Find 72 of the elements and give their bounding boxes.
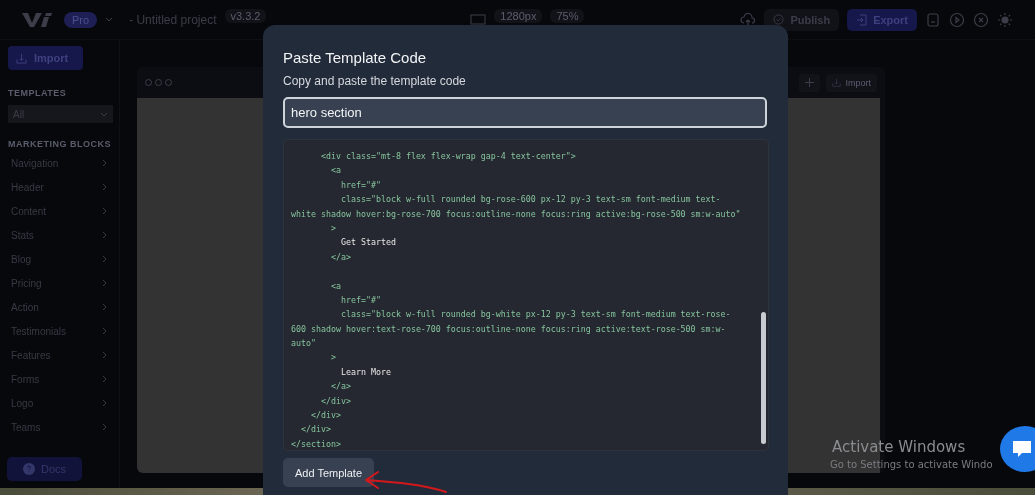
add-button[interactable]: [799, 73, 821, 92]
code-line: class="block w-full rounded bg-rose-600 px-12 py-3 text-sm font-medium text-: [339, 193, 722, 207]
chevron-right-icon: [102, 423, 107, 431]
sidebar-item[interactable]: Pricing: [8, 271, 119, 295]
help-icon: [22, 463, 35, 475]
code-line: </a>: [329, 380, 352, 394]
activation-text: Go to Settings to activate Windo: [830, 459, 993, 470]
code-line: white shadow hover:bg-rose-700 focus:outline-none focus:ring active:bg-rose-500 sm:w-auto": [291, 207, 742, 221]
save-icon[interactable]: [925, 11, 941, 28]
export-icon: [856, 13, 868, 26]
download-icon: [832, 78, 842, 87]
code-line: </div>: [300, 423, 332, 437]
code-line: <a: [329, 279, 342, 293]
sidebar-item[interactable]: Features: [8, 343, 119, 367]
code-line: href="#": [339, 178, 382, 192]
sidebar-item[interactable]: Navigation: [8, 151, 119, 175]
chevron-right-icon: [102, 399, 107, 407]
chevron-right-icon: [102, 255, 107, 263]
chevron-right-icon: [102, 303, 107, 311]
download-icon: [16, 52, 27, 64]
chat-button[interactable]: [1000, 426, 1035, 472]
code-line: </section>: [291, 437, 342, 450]
chevron-down-icon: [105, 17, 114, 22]
chevron-right-icon: [102, 351, 107, 359]
code-line: Get Started: [339, 236, 397, 250]
code-line: <a: [329, 164, 342, 178]
dialog-subtitle: Copy and paste the template code: [283, 74, 467, 88]
search-field[interactable]: hero section: [283, 97, 767, 128]
chat-icon: [1012, 440, 1032, 458]
width-dropdown[interactable]: 1280px: [494, 8, 543, 23]
activation-title: Activate Windows: [832, 438, 966, 456]
chevron-right-icon: [102, 159, 107, 167]
code-line: >: [329, 351, 337, 365]
dialog-title: Paste Template Code: [283, 49, 428, 66]
code-line: auto": [291, 337, 317, 351]
code-line: </div>: [319, 394, 352, 408]
code-line: href="#": [339, 293, 382, 307]
code-line: >: [329, 221, 337, 235]
import-button[interactable]: Import: [826, 73, 877, 92]
project-title: - Untitled project: [129, 12, 217, 27]
version-dropdown[interactable]: v3.3.2: [224, 8, 267, 23]
sidebar-item[interactable]: Forms: [8, 367, 119, 391]
code-line: </div>: [309, 409, 342, 423]
monitor-icon[interactable]: [470, 13, 487, 26]
chevron-down-icon: [100, 111, 108, 117]
close-icon[interactable]: [973, 11, 989, 28]
code-line: <div class="mt-8 flex flex-wrap gap-4 text-center">: [319, 150, 577, 163]
sun-icon[interactable]: [997, 11, 1013, 28]
add-template-button[interactable]: Add Template: [283, 458, 374, 487]
cloud-upload-icon[interactable]: [740, 11, 757, 28]
play-icon[interactable]: [949, 11, 965, 28]
chevron-right-icon: [102, 279, 107, 287]
code-line: </a>: [329, 250, 352, 264]
check-circle-icon: [773, 14, 785, 25]
chevron-right-icon: [102, 231, 107, 239]
chevron-right-icon: [102, 207, 107, 215]
plus-icon: [805, 78, 815, 87]
sidebar-item[interactable]: Blog: [8, 247, 119, 271]
code-line: 600 shadow hover:text-rose-700 focus:outline-none focus:ring active:text-rose-500 sm:w-: [291, 322, 727, 336]
code-area[interactable]: [283, 139, 769, 451]
zoom-dropdown[interactable]: 75%: [550, 8, 585, 23]
sidebar-item[interactable]: Header: [8, 175, 119, 199]
sidebar-item[interactable]: Action: [8, 295, 119, 319]
section-heading: MARKETING BLOCKS: [8, 139, 112, 149]
scrollbar-thumb[interactable]: [761, 312, 766, 444]
code-line: class="block w-full rounded bg-white px-12 py-3 text-sm font-medium text-rose-: [339, 308, 732, 322]
chevron-right-icon: [102, 375, 107, 383]
chevron-right-icon: [102, 183, 107, 191]
section-heading: TEMPLATES: [8, 88, 68, 98]
chevron-right-icon: [102, 327, 107, 335]
code-line: Learn More: [339, 365, 392, 379]
plan-badge: Pro: [64, 11, 98, 28]
